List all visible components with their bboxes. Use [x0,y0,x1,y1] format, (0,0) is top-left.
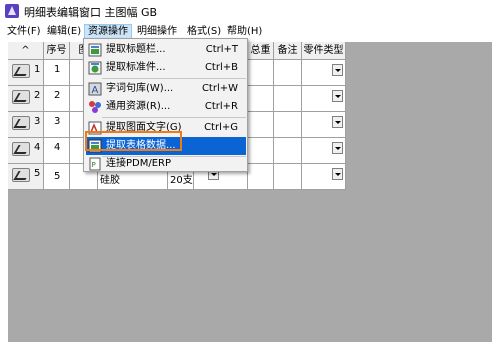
menu-item-shortcut: Ctrl+R [204,101,238,112]
table-cell[interactable] [248,86,274,112]
column-header-remark[interactable]: 备注 [274,42,302,60]
row-header[interactable]: 2 [8,86,44,112]
window-title: 明细表编辑窗口 主图幅 GB [24,6,158,19]
dropdown-arrow-icon[interactable] [332,142,343,154]
menu-bar: 文件(F) 编辑(E) 资源操作 明细操作 格式(S) 帮助(H) [0,22,500,41]
column-header-seq[interactable]: 序号 [44,42,70,60]
table-cell[interactable] [248,60,274,86]
row-header[interactable]: 1 [8,60,44,86]
menu-item-shortcut: Ctrl+W [201,83,238,94]
highlight-annotation-box [85,131,182,151]
title-block-icon [88,43,102,57]
table-cell[interactable] [274,112,302,138]
standard-part-icon [88,61,102,75]
resource-ops-dropdown-menu: 提取标题栏... Ctrl+T 提取标准件... Ctrl+B A 字词句库(W… [83,38,248,172]
menu-resource-ops[interactable]: 资源操作 [84,24,132,39]
part-icon [12,168,30,182]
menu-item-extract-standard-parts[interactable]: 提取标准件... Ctrl+B [86,59,246,77]
table-cell[interactable] [248,138,274,164]
table-cell[interactable] [274,86,302,112]
column-header-total-weight[interactable]: 总重 [248,42,274,60]
row-header[interactable]: 3 [8,112,44,138]
row-index: 3 [34,116,41,127]
menu-item-label: 字词句库(W)... [106,83,174,94]
resource-icon [88,100,102,114]
text-library-icon: A [88,82,102,96]
table-cell-seq[interactable]: 4 [44,138,70,164]
table-cell[interactable] [274,164,302,190]
menu-item-shortcut: Ctrl+T [205,44,238,55]
row-index: 1 [34,64,41,75]
menu-edit[interactable]: 编辑(E) [44,24,84,39]
table-cell[interactable] [248,112,274,138]
menu-file[interactable]: 文件(F) [4,24,44,39]
dropdown-arrow-icon[interactable] [332,64,343,76]
part-icon [12,116,30,130]
svg-text:P: P [92,161,96,169]
table-cell-part-type[interactable] [302,112,346,138]
menu-item-shortcut: Ctrl+B [204,62,238,73]
table-cell[interactable] [274,60,302,86]
table-corner[interactable]: ^ [8,42,44,60]
part-icon [12,142,30,156]
part-icon [12,90,30,104]
menu-item-label: 提取标准件... [106,62,166,73]
menu-item-label: 连接PDM/ERP [106,158,172,169]
row-index: 4 [34,142,41,153]
menu-item-shortcut: Ctrl+G [204,122,238,133]
table-cell-seq[interactable]: 2 [44,86,70,112]
table-cell-part-type[interactable] [302,60,346,86]
menu-help[interactable]: 帮助(H) [224,24,265,39]
menu-item-connect-pdm-erp[interactable]: P 连接PDM/ERP [86,155,246,173]
row-index: 5 [34,168,41,179]
pdm-erp-icon: P [88,157,102,171]
menu-format[interactable]: 格式(S) [184,24,224,39]
table-cell-part-type[interactable] [302,164,346,190]
table-cell[interactable] [248,164,274,190]
table-cell-seq[interactable]: 3 [44,112,70,138]
svg-text:A: A [92,85,99,96]
dropdown-arrow-icon[interactable] [332,168,343,180]
menu-detail-ops[interactable]: 明细操作 [134,24,180,39]
menu-item-general-resources[interactable]: 通用资源(R)... Ctrl+R [86,98,246,116]
detail-table: ^ 序号 图 总重 备注 零件类型 1 1 2 2 3 3 4 4 [8,42,492,342]
column-header-part-type[interactable]: 零件类型 [302,42,346,60]
table-cell-part-type[interactable] [302,138,346,164]
menu-item-extract-title-block[interactable]: 提取标题栏... Ctrl+T [86,41,246,59]
dropdown-arrow-icon[interactable] [332,116,343,128]
table-cell-seq[interactable]: 1 [44,60,70,86]
app-logo-icon [5,4,19,18]
part-icon [12,64,30,78]
menu-separator [102,117,246,118]
table-cell[interactable] [274,138,302,164]
row-index: 2 [34,90,41,101]
menu-item-label: 通用资源(R)... [106,101,171,112]
table-cell-part-type[interactable] [302,86,346,112]
menu-item-label: 提取标题栏... [106,44,166,55]
title-bar: 明细表编辑窗口 主图幅 GB [0,0,500,22]
dropdown-arrow-icon[interactable] [332,90,343,102]
menu-separator [102,78,246,79]
table-cell-seq[interactable]: 5 [44,164,70,190]
row-header[interactable]: 5 [8,164,44,190]
row-header[interactable]: 4 [8,138,44,164]
menu-item-text-library[interactable]: A 字词句库(W)... Ctrl+W [86,80,246,98]
